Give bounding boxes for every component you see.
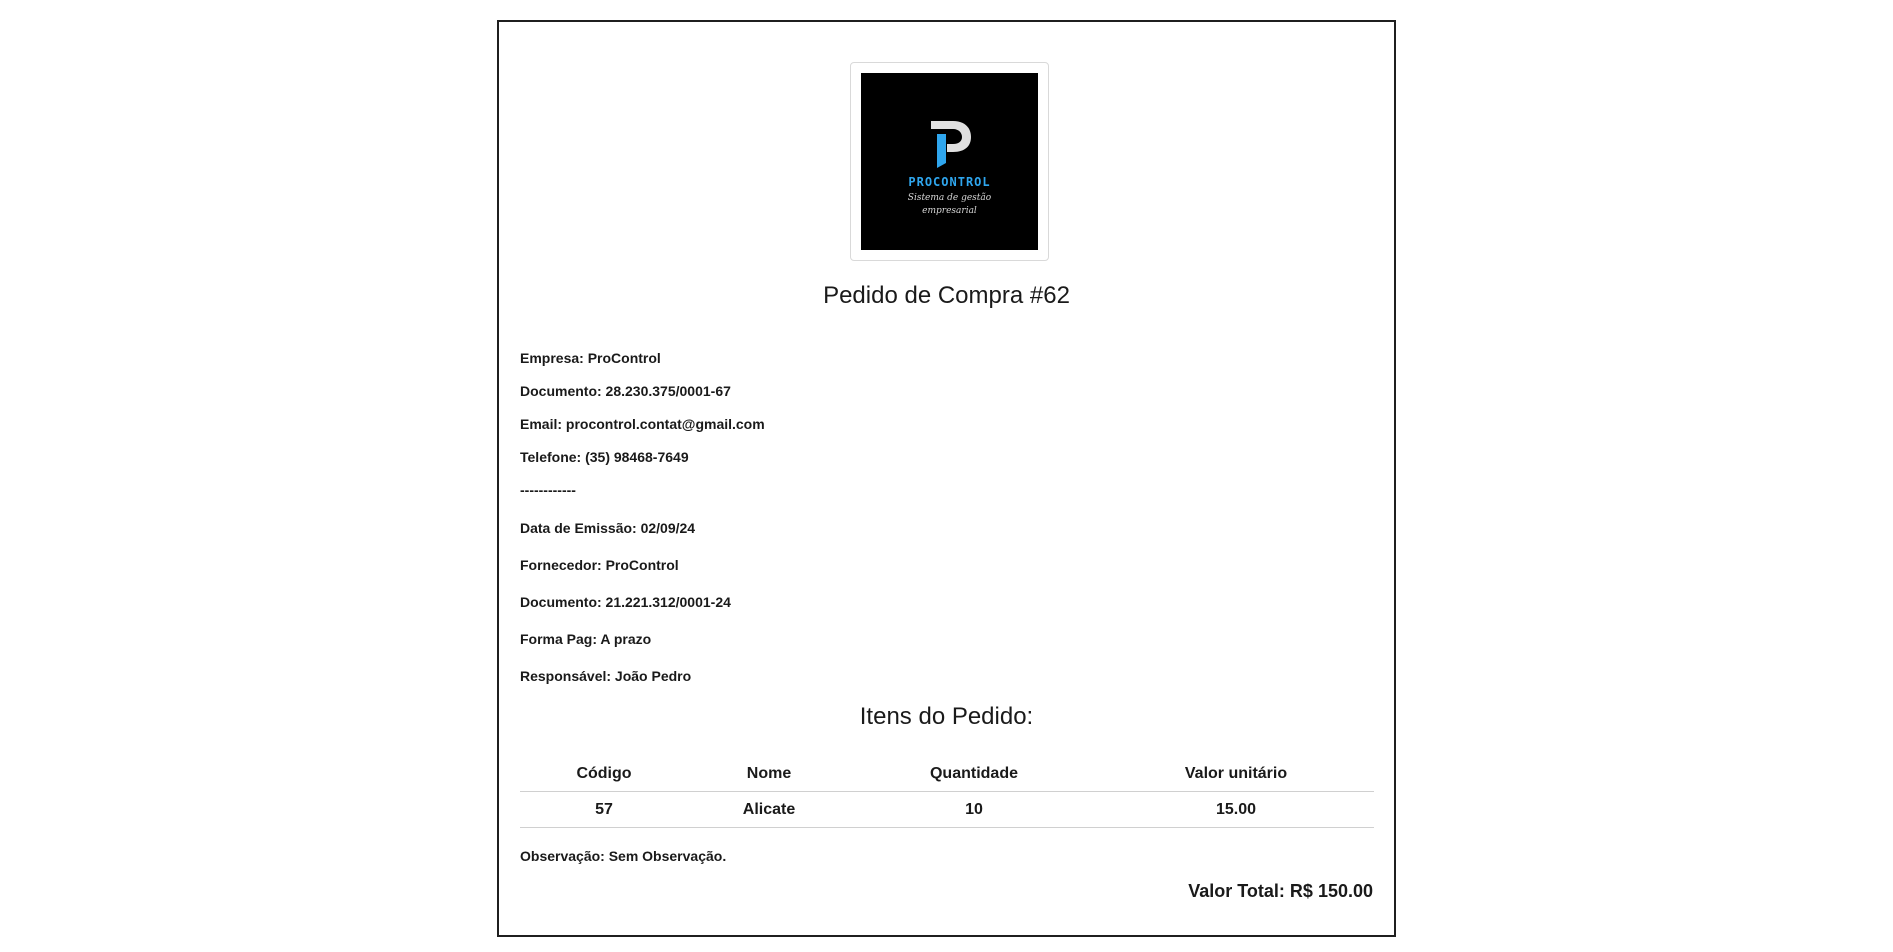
column-header-name: Nome (688, 757, 850, 792)
items-table-header-row: Código Nome Quantidade Valor unitário (520, 757, 1374, 792)
issue-date: Data de Emissão: 02/09/24 (520, 520, 696, 536)
company-phone: Telefone: (35) 98468-7649 (520, 449, 689, 465)
item-code: 57 (520, 791, 688, 828)
column-header-code: Código (520, 757, 688, 792)
logo-brand-text: PROCONTROL (908, 175, 991, 189)
company-logo-frame: PROCONTROL Sistema de gestão empresarial (850, 62, 1049, 261)
supplier-name: Fornecedor: ProControl (520, 557, 679, 573)
column-header-quantity: Quantidade (850, 757, 1098, 792)
item-name: Alicate (688, 791, 850, 828)
procontrol-p-logo-icon (930, 121, 971, 168)
table-row: 57 Alicate 10 15.00 (520, 791, 1374, 828)
observation-text: Observação: Sem Observação. (520, 848, 727, 864)
supplier-document: Documento: 21.221.312/0001-24 (520, 594, 731, 610)
logo-tagline: Sistema de gestão empresarial (907, 193, 992, 216)
item-quantity: 10 (850, 791, 1098, 828)
items-heading: Itens do Pedido: (859, 703, 1034, 730)
responsible-person: Responsável: João Pedro (520, 668, 692, 684)
company-document: Documento: 28.230.375/0001-67 (520, 383, 731, 399)
section-separator: ------------ (520, 482, 576, 498)
order-total: Valor Total: R$ 150.00 (1188, 881, 1373, 901)
payment-method: Forma Pag: A prazo (520, 631, 652, 647)
company-logo: PROCONTROL Sistema de gestão empresarial (861, 73, 1038, 250)
company-name: Empresa: ProControl (520, 350, 661, 366)
items-table: Código Nome Quantidade Valor unitário 57… (520, 757, 1374, 828)
item-unit-price: 15.00 (1098, 791, 1374, 828)
company-email: Email: procontrol.contat@gmail.com (520, 416, 765, 432)
column-header-unit-price: Valor unitário (1098, 757, 1374, 792)
purchase-order-sheet: PROCONTROL Sistema de gestão empresarial… (497, 20, 1396, 937)
page-title: Pedido de Compra #62 (823, 282, 1070, 309)
